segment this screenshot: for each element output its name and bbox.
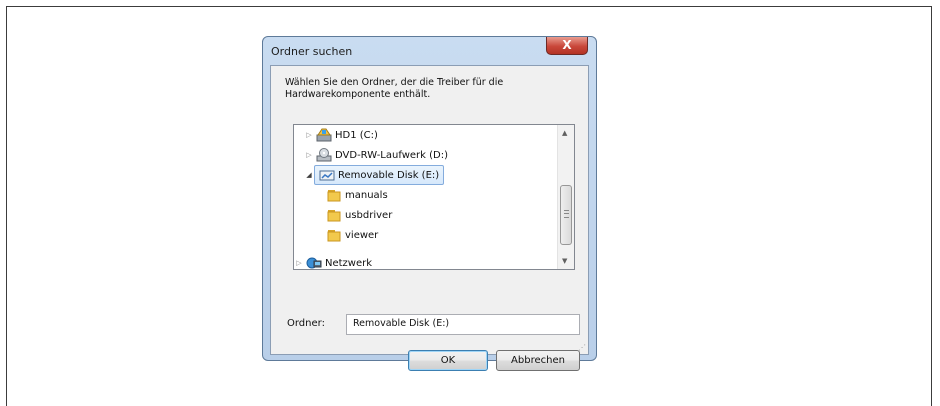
tree-item-label: manuals: [345, 189, 388, 201]
tree-item-network[interactable]: ▷ Netzwerk: [294, 253, 373, 269]
dvd-drive-icon: [316, 148, 332, 162]
expand-arrow-icon[interactable]: ▷: [304, 151, 314, 159]
ok-button[interactable]: OK: [408, 350, 488, 371]
tree-scrollbar[interactable]: ▲ ▼: [557, 125, 574, 269]
tree-item-removable-disk[interactable]: ◢ Removable Disk (E:): [304, 165, 445, 185]
hard-drive-icon: [316, 128, 332, 142]
selected-item-highlight: Removable Disk (E:): [314, 165, 445, 185]
close-button[interactable]: X: [546, 37, 588, 55]
tree-item-label: usbdriver: [345, 209, 393, 221]
tree-item-dvd[interactable]: ▷ DVD-RW-Laufwerk (D:): [304, 145, 448, 165]
folder-icon: [326, 228, 342, 242]
dialog-title: Ordner suchen: [271, 45, 353, 58]
tree-item-hd1[interactable]: ▷ HD1 (C:): [304, 125, 378, 145]
folder-field-label: Ordner:: [287, 318, 325, 329]
folder-icon: [326, 208, 342, 222]
scroll-up-icon[interactable]: ▲: [562, 129, 567, 137]
cancel-button[interactable]: Abbrechen: [496, 350, 580, 371]
browse-folder-dialog: Ordner suchen X Wählen Sie den Ordner, d…: [262, 36, 597, 371]
grip-icon: [564, 210, 569, 218]
dialog-client-area: Wählen Sie den Ordner, der die Treiber f…: [270, 65, 589, 371]
tree-item-label: Removable Disk (E:): [338, 169, 440, 181]
network-icon: [306, 256, 322, 269]
expand-arrow-icon[interactable]: ▷: [294, 259, 304, 267]
tree-item-label: Netzwerk: [325, 257, 373, 269]
tree-item-label: HD1 (C:): [335, 129, 378, 141]
folder-field[interactable]: Removable Disk (E:): [346, 314, 580, 335]
tree-item-usbdriver[interactable]: usbdriver: [324, 205, 392, 225]
tree-item-viewer[interactable]: viewer: [324, 225, 378, 245]
scroll-down-icon[interactable]: ▼: [562, 257, 567, 265]
folder-icon: [326, 188, 342, 202]
tree-item-label: DVD-RW-Laufwerk (D:): [335, 149, 448, 161]
collapse-arrow-icon[interactable]: ◢: [304, 171, 314, 179]
resize-grip-icon[interactable]: ⋰: [578, 343, 586, 352]
scrollbar-thumb[interactable]: [560, 185, 572, 245]
tree-item-label: viewer: [345, 229, 379, 241]
dialog-description: Wählen Sie den Ordner, der die Treiber f…: [285, 77, 504, 100]
folder-tree[interactable]: ▷ HD1 (C:) ▷ DVD-RW-Laufwerk (D:) ◢ Remo…: [293, 124, 575, 270]
tree-item-manuals[interactable]: manuals: [324, 185, 388, 205]
expand-arrow-icon[interactable]: ▷: [304, 131, 314, 139]
removable-disk-icon: [319, 168, 335, 182]
